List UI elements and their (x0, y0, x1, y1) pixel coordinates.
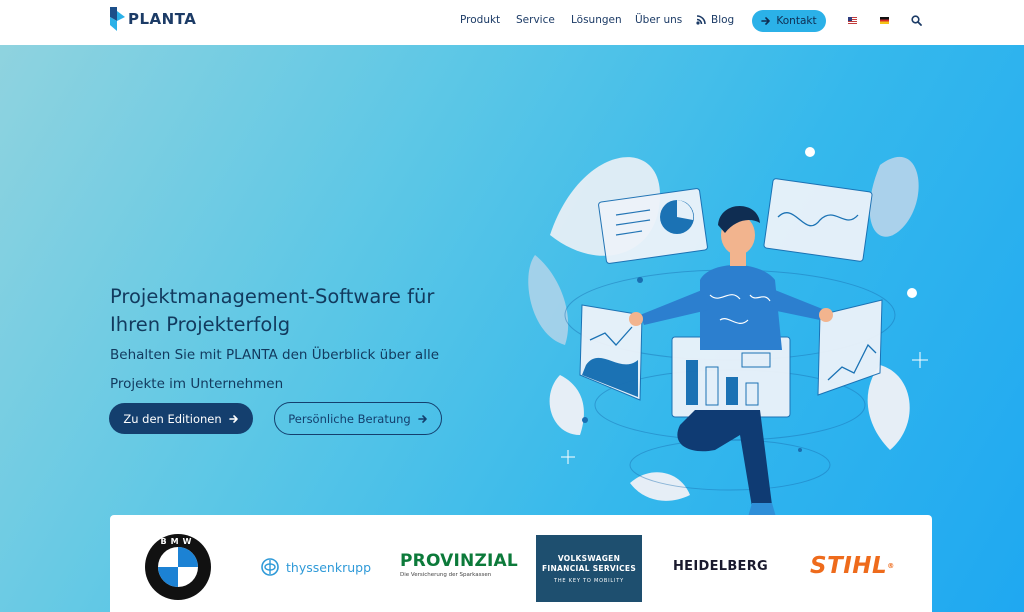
nav-blog[interactable]: Blog (696, 14, 734, 26)
nav-blog-label: Blog (711, 14, 735, 26)
heidelberg-name: HEIDELBERG (673, 559, 769, 574)
contact-label: Kontakt (776, 15, 817, 27)
provinzial-name: PROVINZIAL (400, 551, 518, 571)
consultation-button-label: Persönliche Beratung (288, 411, 411, 426)
nav-loesungen[interactable]: Lösungen (571, 14, 622, 26)
heidelberg-logo: HEIDELBERG (673, 559, 768, 574)
client-logo-strip: BMW thyssenkrupp PROVINZIAL Die Versiche… (110, 515, 932, 612)
provinzial-tagline: Die Versicherung der Sparkassen (400, 572, 492, 578)
provinzial-logo: PROVINZIAL Die Versicherung der Sparkass… (400, 551, 518, 578)
main-nav: Produkt Service Lösungen Über uns Blog K… (0, 0, 1024, 45)
thyssenkrupp-name: thyssenkrupp (286, 559, 372, 575)
thyssenkrupp-logo: thyssenkrupp (260, 555, 371, 579)
vw-line-3: THE KEY TO MOBILITY (554, 577, 624, 584)
arrow-right-icon (228, 414, 238, 423)
rss-icon (696, 15, 706, 25)
vw-line-2: FINANCIAL SERVICES (541, 563, 637, 573)
editions-button[interactable]: Zu den Editionen (109, 403, 253, 434)
stihl-logo: STIHL ® (810, 553, 895, 579)
hero-section: Projektmanagement-Software für Ihren Pro… (0, 45, 1024, 612)
arrow-right-icon (417, 414, 427, 423)
hero-subtitle: Behalten Sie mit PLANTA den Überblick üb… (110, 347, 440, 392)
consultation-button[interactable]: Persönliche Beratung (274, 402, 442, 435)
nav-ueber-uns[interactable]: Über uns (635, 14, 682, 26)
thyssenkrupp-icon (261, 558, 279, 576)
us-flag-icon[interactable] (848, 17, 857, 24)
contact-button[interactable]: Kontakt (752, 10, 826, 32)
nav-produkt[interactable]: Produkt (460, 14, 500, 26)
stihl-name: STIHL (810, 553, 888, 579)
hero-illustration (528, 147, 928, 517)
search-icon[interactable] (911, 15, 922, 26)
bmw-logo: BMW (144, 533, 212, 601)
bmw-text: BMW (161, 537, 196, 546)
bmw-roundel-icon: BMW (145, 534, 211, 600)
nav-service[interactable]: Service (516, 14, 555, 26)
registered-mark-icon: ® (887, 562, 895, 570)
hero-title: Projektmanagement-Software für Ihren Pro… (110, 285, 435, 336)
vw-financial-logo: VOLKSWAGEN FINANCIAL SERVICES THE KEY TO… (536, 535, 642, 602)
site-header: PLANTA Produkt Service Lösungen Über uns… (0, 0, 1024, 45)
de-flag-icon[interactable] (880, 17, 889, 24)
arrow-right-icon (761, 17, 771, 25)
editions-button-label: Zu den Editionen (123, 411, 222, 426)
vw-line-1: VOLKSWAGEN (557, 553, 621, 563)
